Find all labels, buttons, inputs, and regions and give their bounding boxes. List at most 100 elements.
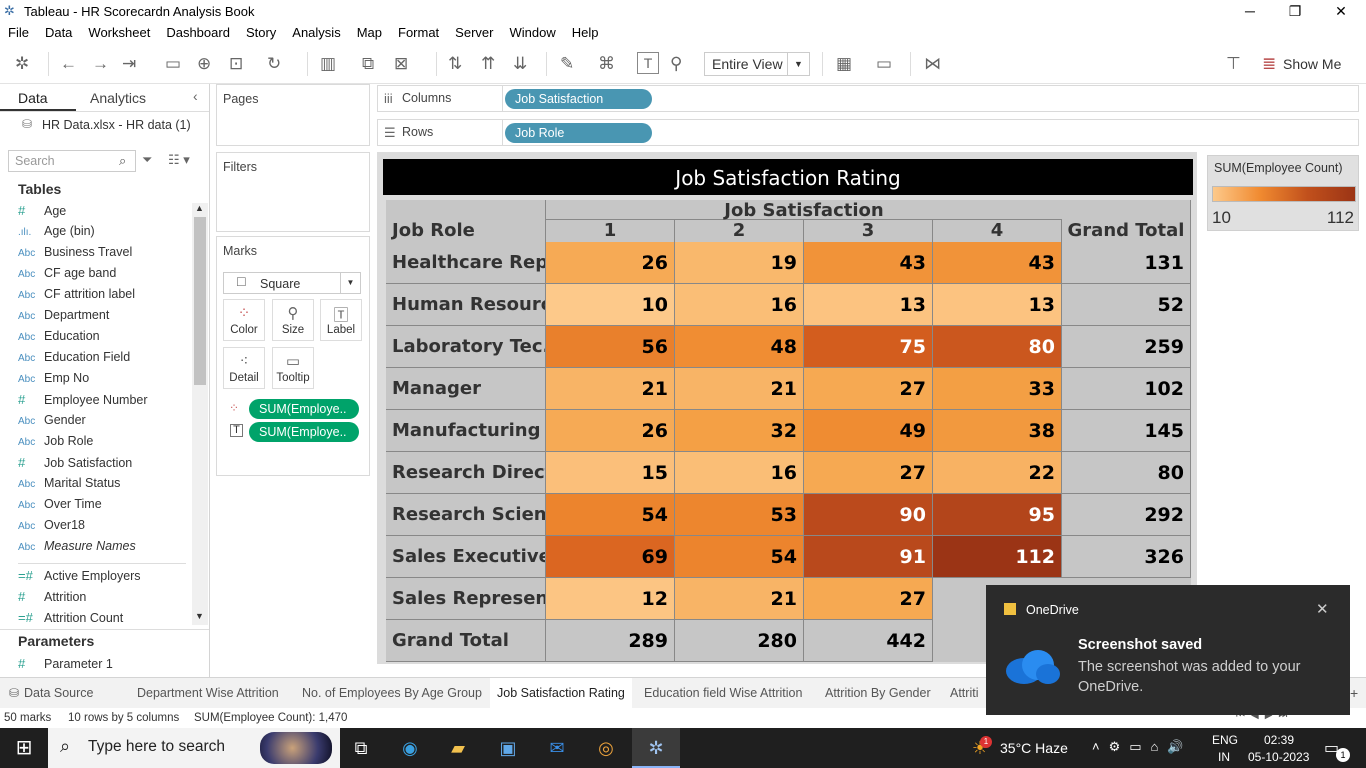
undo-icon[interactable]: ← (60, 54, 77, 74)
new-sheet-icon[interactable]: + (1350, 685, 1358, 701)
scroll-up-icon[interactable]: ▲ (195, 203, 204, 213)
show-cards-icon[interactable]: ▦ (836, 54, 852, 74)
clock-time[interactable]: 02:39 (1264, 733, 1294, 747)
menu-analysis[interactable]: Analysis (284, 22, 348, 43)
highlight-icon[interactable]: ✎ (560, 54, 574, 74)
restore-button[interactable]: ❐ (1272, 0, 1318, 22)
field-item[interactable]: Abc Department (18, 308, 109, 328)
system-tray-icons[interactable]: ˄⚙▭⌂🔊 (1092, 739, 1193, 755)
tab-education-field-attrition[interactable]: Education field Wise Attrition (637, 678, 809, 708)
size-button[interactable]: ⚲ Size (272, 299, 314, 341)
field-item[interactable]: Abc Emp No (18, 371, 89, 391)
show-me-icon[interactable]: ≣ (1262, 54, 1276, 74)
show-labels-icon[interactable]: T (637, 52, 659, 74)
clock-date[interactable]: 05-10-2023 (1248, 750, 1309, 764)
scroll-thumb[interactable] (194, 217, 206, 385)
sort-descending-icon[interactable]: ⇊ (513, 54, 527, 74)
menu-format[interactable]: Format (390, 22, 447, 43)
filters-shelf[interactable]: Filters (216, 152, 370, 232)
edge-icon[interactable]: ◉ (396, 734, 424, 762)
new-worksheet-icon[interactable]: ▥ (320, 54, 336, 74)
tab-employees-by-age[interactable]: No. of Employees By Age Group (295, 678, 489, 708)
menu-dashboard[interactable]: Dashboard (158, 22, 238, 43)
label-measure-pill[interactable]: SUM(Employe.. (249, 422, 359, 442)
tableau-taskbar-button[interactable]: ✲ (632, 728, 680, 768)
tab-attrition-by-gender[interactable]: Attrition By Gender (818, 678, 938, 708)
minimize-button[interactable]: ─ (1227, 0, 1273, 22)
filter-icon[interactable]: ⏷ (142, 152, 152, 168)
refresh-icon[interactable]: ↻ (267, 54, 281, 74)
tab-data-source[interactable]: Data Source (17, 678, 100, 708)
group-icon[interactable]: ⌘ (598, 54, 615, 74)
tableau-home-icon[interactable]: ✲ (15, 54, 29, 74)
windows-start-icon[interactable]: ⊞ (10, 734, 38, 762)
menu-worksheet[interactable]: Worksheet (80, 22, 158, 43)
show-me-button[interactable]: Show Me (1283, 56, 1341, 72)
weather-text[interactable]: 35°C Haze (1000, 740, 1068, 756)
menu-story[interactable]: Story (238, 22, 284, 43)
menu-server[interactable]: Server (447, 22, 501, 43)
search-field[interactable]: Search ⌕ (8, 150, 136, 172)
clear-sheet-icon[interactable]: ⊠ (394, 54, 408, 74)
pages-shelf[interactable]: Pages (216, 84, 370, 146)
field-item[interactable]: Abc Education Field (18, 350, 130, 370)
menu-window[interactable]: Window (501, 22, 563, 43)
field-item[interactable]: Abc Education (18, 329, 100, 349)
redo-icon[interactable]: → (92, 54, 109, 74)
file-explorer-icon[interactable]: ▰ (444, 734, 472, 762)
mail-icon[interactable]: ✉ (543, 734, 571, 762)
replay-icon[interactable]: ⇥ (122, 54, 136, 74)
pin-icon[interactable]: ⚲ (670, 54, 682, 74)
columns-pill[interactable]: Job Satisfaction (505, 89, 652, 109)
field-item[interactable]: Abc Over Time (18, 497, 102, 517)
tab-attrition-partial[interactable]: Attriti (943, 678, 985, 708)
sort-ascending-icon[interactable]: ⇈ (481, 54, 495, 74)
rows-pill[interactable]: Job Role (505, 123, 652, 143)
field-item[interactable]: # Job Satisfaction (18, 455, 132, 475)
mark-type-select[interactable]: ☐ Square ▼ (223, 272, 361, 294)
scroll-down-icon[interactable]: ▼ (195, 611, 204, 621)
presentation-icon[interactable]: ▭ (876, 54, 892, 74)
field-item[interactable]: Abc Gender (18, 413, 86, 433)
format-painter-icon[interactable]: ⊤ (1226, 54, 1241, 74)
menu-map[interactable]: Map (349, 22, 390, 43)
store-icon[interactable]: ▣ (494, 734, 522, 762)
new-datasource-icon[interactable]: ⊕ (197, 54, 211, 74)
field-item[interactable]: Abc CF age band (18, 266, 116, 286)
field-item[interactable]: .ılı. Age (bin) (18, 224, 95, 244)
columns-shelf[interactable]: iii Columns Job Satisfaction (377, 85, 1359, 112)
share-icon[interactable]: ⋈ (924, 54, 941, 74)
tooltip-button[interactable]: ▭ Tooltip (272, 347, 314, 389)
label-button[interactable]: 🅃 Label (320, 299, 362, 341)
measure-item[interactable]: =# Active Employers (18, 568, 141, 588)
fit-view-select[interactable]: Entire View ▼ (704, 52, 810, 76)
field-item[interactable]: # Age (18, 203, 66, 223)
color-button[interactable]: ⁘ Color (223, 299, 265, 341)
measure-item[interactable]: =# Attrition Count (18, 610, 123, 630)
close-button[interactable]: ✕ (1318, 0, 1364, 22)
view-options-icon[interactable]: ☷ ▾ (168, 152, 190, 168)
color-legend[interactable]: SUM(Employee Count) 10 112 (1207, 155, 1359, 231)
tab-analytics[interactable]: Analytics (90, 90, 146, 106)
lang-line2[interactable]: IN (1218, 750, 1230, 764)
taskbar-search[interactable]: ⌕ Type here to search (48, 728, 340, 768)
scrollbar[interactable]: ▲ ▼ (192, 203, 208, 625)
lang-line1[interactable]: ENG (1212, 733, 1238, 747)
duplicate-sheet-icon[interactable]: ⧉ (362, 54, 374, 74)
detail-button[interactable]: ⁖ Detail (223, 347, 265, 389)
tab-department-wise-attrition[interactable]: Department Wise Attrition (130, 678, 286, 708)
color-measure-pill[interactable]: SUM(Employe.. (249, 399, 359, 419)
measure-item[interactable]: # Attrition (18, 589, 86, 609)
menu-help[interactable]: Help (564, 22, 607, 43)
onedrive-toast[interactable]: OneDrive ✕ Screenshot saved The screensh… (986, 585, 1350, 715)
field-item[interactable]: Abc Marital Status (18, 476, 120, 496)
datasource-name[interactable]: HR Data.xlsx - HR data (1) (42, 118, 191, 132)
chrome-icon[interactable]: ◎ (592, 734, 620, 762)
field-item[interactable]: # Employee Number (18, 392, 148, 412)
field-item[interactable]: Abc Business Travel (18, 245, 132, 265)
field-item[interactable]: Abc Measure Names (18, 539, 136, 559)
task-view-icon[interactable]: ⧉ (347, 734, 375, 762)
menu-data[interactable]: Data (37, 22, 80, 43)
menu-file[interactable]: File (0, 22, 37, 43)
tab-job-satisfaction-rating[interactable]: Job Satisfaction Rating (490, 678, 632, 708)
